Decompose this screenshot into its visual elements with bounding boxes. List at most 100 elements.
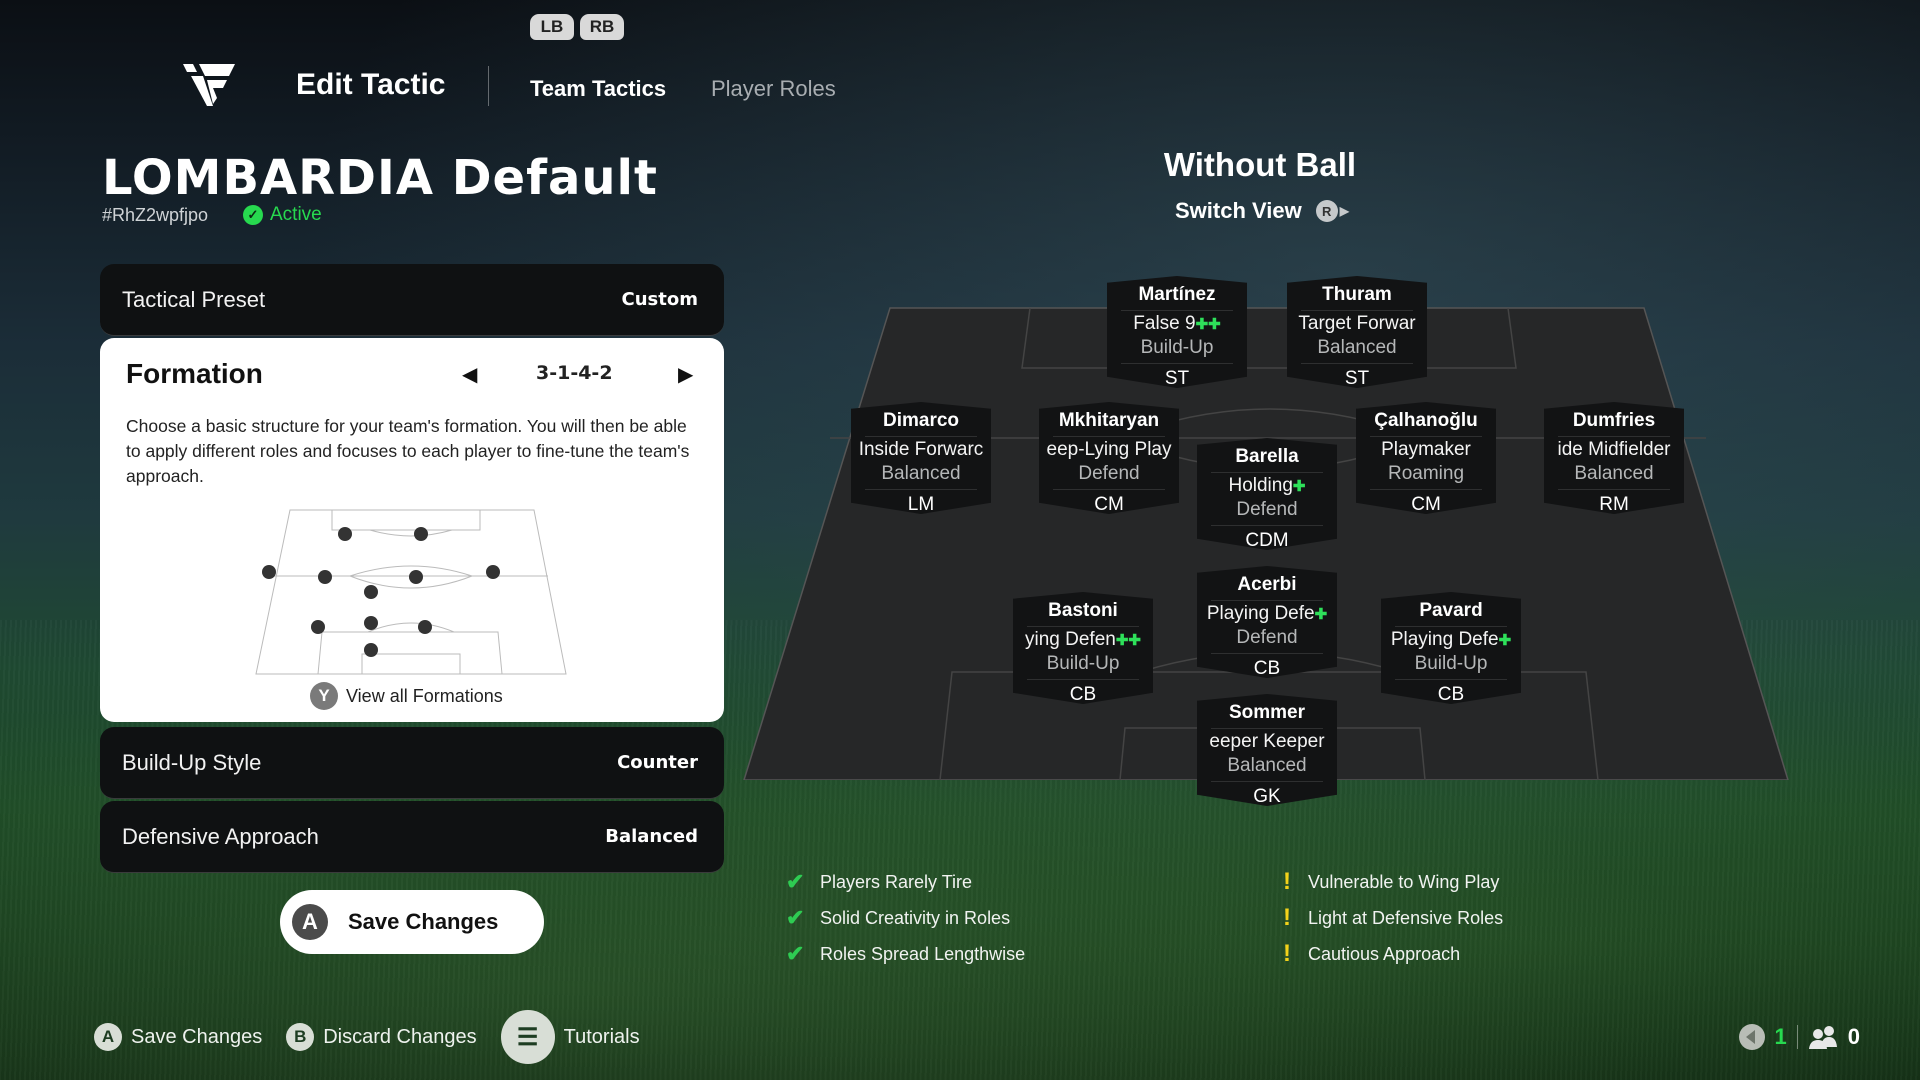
save-changes-button[interactable]: A Save Changes bbox=[280, 890, 544, 954]
formation-dot bbox=[364, 643, 378, 657]
player-card[interactable]: Acerbi Playing Defe✚ Defend CB bbox=[1197, 566, 1337, 678]
party-icon bbox=[1808, 1026, 1837, 1049]
warning-icon: ! bbox=[1283, 904, 1291, 931]
formation-dot bbox=[418, 620, 432, 634]
strength-text: Solid Creativity in Roles bbox=[820, 907, 1011, 928]
formation-description: Choose a basic structure for your team's… bbox=[126, 416, 690, 486]
card-divider bbox=[1558, 489, 1670, 490]
player-card[interactable]: Martínez False 9✚✚ Build-Up ST bbox=[1107, 276, 1247, 388]
formation-dot bbox=[414, 527, 428, 541]
player-focus: Defend bbox=[1236, 499, 1298, 520]
card-divider bbox=[1121, 363, 1233, 364]
tactic-name: LOMBARDIA Default bbox=[102, 150, 658, 206]
card-divider bbox=[1558, 436, 1670, 437]
card-divider bbox=[1211, 525, 1323, 526]
player-card[interactable]: Dumfries ide Midfielder Balanced RM bbox=[1544, 402, 1684, 514]
player-card[interactable]: Sommer eeper Keeper Balanced GK bbox=[1197, 694, 1337, 806]
card-divider bbox=[1027, 626, 1139, 627]
formation-label: Formation bbox=[126, 358, 263, 389]
player-card[interactable]: Mkhitaryan eep-Lying Play Defend CM bbox=[1039, 402, 1179, 514]
card-divider bbox=[1370, 436, 1482, 437]
build-up-style-label: Build-Up Style bbox=[122, 749, 262, 775]
hint-save-changes[interactable]: A Save Changes bbox=[94, 1023, 262, 1051]
hint-label: Tutorials bbox=[563, 1025, 640, 1048]
tab-team-tactics[interactable]: Team Tactics bbox=[530, 76, 666, 102]
player-focus: Build-Up bbox=[1414, 653, 1488, 674]
player-role-text: Playing Defe bbox=[1390, 629, 1499, 650]
player-card[interactable]: Thuram Target Forwar Balanced ST bbox=[1287, 276, 1427, 388]
formation-prev-arrow-icon[interactable]: ◀ bbox=[462, 362, 477, 387]
card-divider bbox=[865, 436, 977, 437]
formation-dot bbox=[262, 565, 276, 579]
card-divider bbox=[1301, 363, 1413, 364]
player-name: Martínez bbox=[1138, 284, 1216, 305]
player-role: eeper Keeper bbox=[1197, 731, 1337, 755]
player-name: Sommer bbox=[1228, 702, 1306, 723]
hint-label: Save Changes bbox=[131, 1025, 263, 1048]
player-role-text: Holding bbox=[1228, 475, 1293, 496]
card-divider bbox=[1211, 781, 1323, 782]
b-button-icon: B bbox=[286, 1023, 315, 1051]
formation-dot bbox=[364, 616, 378, 630]
tactical-preset-row[interactable]: Tactical Preset Custom bbox=[100, 264, 724, 336]
rb-button[interactable]: RB bbox=[580, 14, 624, 40]
check-circle-icon: ✓ bbox=[243, 205, 263, 225]
formation-preview bbox=[255, 509, 567, 675]
weakness-text: Light at Defensive Roles bbox=[1308, 907, 1504, 928]
a-button-icon: A bbox=[292, 904, 328, 940]
role-plus-icon: ✚ bbox=[1292, 478, 1306, 495]
player-role: Playing Defe✚ bbox=[1197, 603, 1337, 627]
card-divider bbox=[1121, 310, 1233, 311]
formation-card[interactable]: Formation ◀ 3-1-4-2 ▶ Choose a basic str… bbox=[100, 338, 724, 722]
build-up-style-row[interactable]: Build-Up Style Counter bbox=[100, 727, 724, 799]
player-role-text: ying Defen bbox=[1025, 629, 1116, 650]
card-divider bbox=[1211, 728, 1323, 729]
role-plus-icon: ✚ bbox=[1498, 632, 1512, 649]
player-name: Dimarco bbox=[882, 410, 960, 431]
player-role-text: eep-Lying Play bbox=[1046, 439, 1172, 460]
a-button-icon: A bbox=[94, 1023, 122, 1051]
player-role: Target Forwar bbox=[1287, 313, 1427, 337]
check-icon: ✔ bbox=[786, 941, 805, 966]
tab-player-roles[interactable]: Player Roles bbox=[711, 76, 836, 102]
footer-hints: A Save Changes B Discard Changes ☰ Tutor… bbox=[94, 1010, 664, 1064]
player-role: eep-Lying Play bbox=[1039, 439, 1179, 463]
player-card[interactable]: Bastoni ying Defen✚✚ Build-Up CB bbox=[1013, 592, 1153, 704]
y-button-icon: Y bbox=[310, 682, 338, 710]
card-divider bbox=[1211, 600, 1323, 601]
hint-discard-changes[interactable]: B Discard Changes bbox=[286, 1023, 477, 1051]
player-card[interactable]: Çalhanoğlu Playmaker Roaming CM bbox=[1356, 402, 1496, 514]
player-name: Thuram bbox=[1322, 284, 1392, 305]
player-role: Holding✚ bbox=[1197, 475, 1337, 499]
switch-view-button[interactable]: Switch View R ▶ bbox=[1175, 198, 1349, 224]
player-card[interactable]: Barella Holding✚ Defend CDM bbox=[1197, 438, 1337, 550]
player-card[interactable]: Dimarco Inside Forwarc Balanced LM bbox=[851, 402, 991, 514]
player-focus: Build-Up bbox=[1046, 653, 1120, 674]
fc-logo-icon bbox=[183, 64, 235, 106]
defensive-approach-row[interactable]: Defensive Approach Balanced bbox=[100, 801, 724, 873]
app-title: Edit Tactic bbox=[296, 68, 446, 101]
card-divider bbox=[1211, 653, 1323, 654]
player-name: Barella bbox=[1235, 446, 1299, 467]
lb-button[interactable]: LB bbox=[530, 14, 574, 40]
weakness-item: ! Vulnerable to Wing Play bbox=[1280, 864, 1503, 900]
weakness-item: ! Light at Defensive Roles bbox=[1280, 900, 1503, 936]
save-changes-label: Save Changes bbox=[348, 909, 499, 934]
strength-text: Roles Spread Lengthwise bbox=[820, 943, 1026, 964]
player-role: Inside Forwarc bbox=[851, 439, 991, 463]
player-focus: Balanced bbox=[1227, 755, 1307, 776]
player-name: Acerbi bbox=[1237, 574, 1297, 595]
strength-item: ✔ Solid Creativity in Roles bbox=[786, 900, 1025, 936]
formation-next-arrow-icon[interactable]: ▶ bbox=[678, 362, 693, 387]
player-focus: Defend bbox=[1236, 627, 1298, 648]
player-role-text: False 9 bbox=[1133, 313, 1196, 334]
hint-tutorials[interactable]: ☰ Tutorials bbox=[500, 1010, 640, 1064]
player-card[interactable]: Pavard Playing Defe✚ Build-Up CB bbox=[1381, 592, 1521, 704]
role-plus-icon: ✚✚ bbox=[1115, 632, 1141, 649]
view-all-formations-button[interactable]: Y View all Formations bbox=[310, 682, 503, 710]
formation-dot bbox=[409, 570, 423, 584]
status-area: 1 0 bbox=[1738, 1024, 1860, 1050]
player-name: Dumfries bbox=[1572, 410, 1656, 431]
card-divider bbox=[1211, 472, 1323, 473]
defensive-approach-value: Balanced bbox=[605, 826, 698, 847]
